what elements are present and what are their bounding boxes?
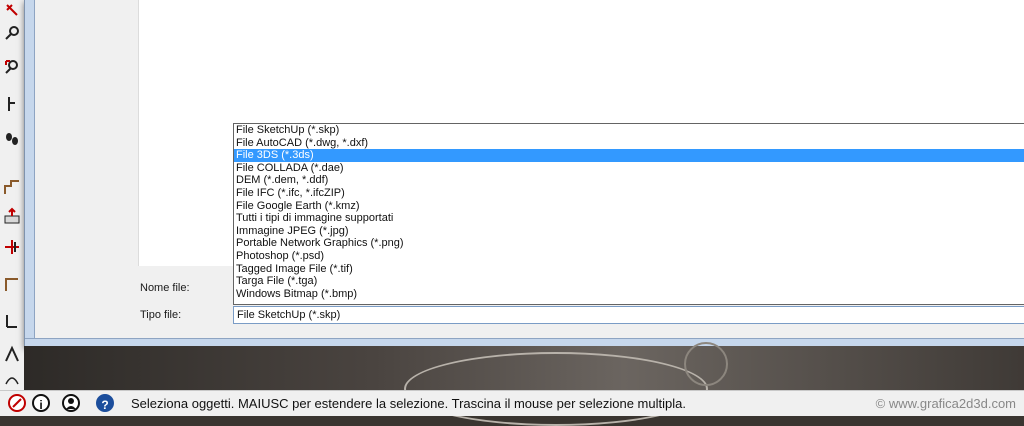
file-type-combobox[interactable]: File SketchUp (*.skp)	[233, 306, 1024, 324]
file-type-option[interactable]: Tutti i tipi di immagine supportati	[234, 212, 1024, 225]
tape-measure-icon[interactable]	[3, 312, 21, 330]
geo-location-icon[interactable]	[8, 394, 26, 412]
file-type-option[interactable]: Tagged Image File (*.tif)	[234, 263, 1024, 276]
file-type-option[interactable]: DEM (*.dem, *.ddf)	[234, 174, 1024, 187]
tipo-file-label: Tipo file:	[140, 309, 182, 321]
model-geometry	[684, 342, 728, 386]
file-type-option[interactable]: File Google Earth (*.kmz)	[234, 200, 1024, 213]
file-type-option[interactable]: File SketchUp (*.skp)	[234, 124, 1024, 137]
file-type-option[interactable]: Immagine JPEG (*.jpg)	[234, 225, 1024, 238]
file-type-option[interactable]: File 3DS (*.3ds)	[234, 149, 1024, 162]
offset-icon[interactable]	[3, 275, 21, 293]
info-icon[interactable]: i	[32, 394, 50, 412]
status-bar: i ? Seleziona oggetti. MAIUSC per estend…	[0, 390, 1024, 416]
walk-icon[interactable]	[3, 95, 21, 113]
left-toolbar	[0, 0, 25, 390]
file-type-option[interactable]: Targa File (*.tga)	[234, 275, 1024, 288]
section-plane-icon[interactable]	[3, 178, 21, 196]
magnify-icon[interactable]	[3, 24, 21, 42]
text-tool-icon[interactable]	[3, 370, 21, 388]
file-type-option[interactable]: File IFC (*.ifc, *.ifcZIP)	[234, 187, 1024, 200]
status-text: Seleziona oggetti. MAIUSC per estendere …	[131, 396, 686, 411]
footprints-icon[interactable]	[3, 130, 21, 148]
model-viewport[interactable]	[24, 342, 1024, 426]
file-type-dropdown-list[interactable]: File SketchUp (*.skp) File AutoCAD (*.dwg…	[233, 123, 1024, 305]
paint-bucket-icon[interactable]	[3, 2, 21, 20]
zoom-extents-icon[interactable]	[3, 58, 21, 76]
protractor-icon[interactable]	[3, 345, 21, 363]
file-type-option[interactable]: Windows Bitmap (*.bmp)	[234, 288, 1024, 301]
file-type-option[interactable]: File COLLADA (*.dae)	[234, 162, 1024, 175]
file-type-option[interactable]: Photoshop (*.psd)	[234, 250, 1024, 263]
push-pull-icon[interactable]	[3, 207, 21, 225]
nome-file-label: Nome file:	[140, 282, 190, 294]
user-icon[interactable]	[62, 394, 80, 412]
help-icon[interactable]: ?	[96, 394, 114, 412]
dialog-frame-left	[25, 0, 35, 346]
move-icon[interactable]	[3, 238, 21, 256]
file-type-option[interactable]: File AutoCAD (*.dwg, *.dxf)	[234, 137, 1024, 150]
watermark: © www.grafica2d3d.com	[875, 396, 1016, 411]
file-type-option[interactable]: Portable Network Graphics (*.png)	[234, 237, 1024, 250]
save-as-dialog: Nome file: Tipo file: File SketchUp (*.s…	[24, 0, 1024, 347]
